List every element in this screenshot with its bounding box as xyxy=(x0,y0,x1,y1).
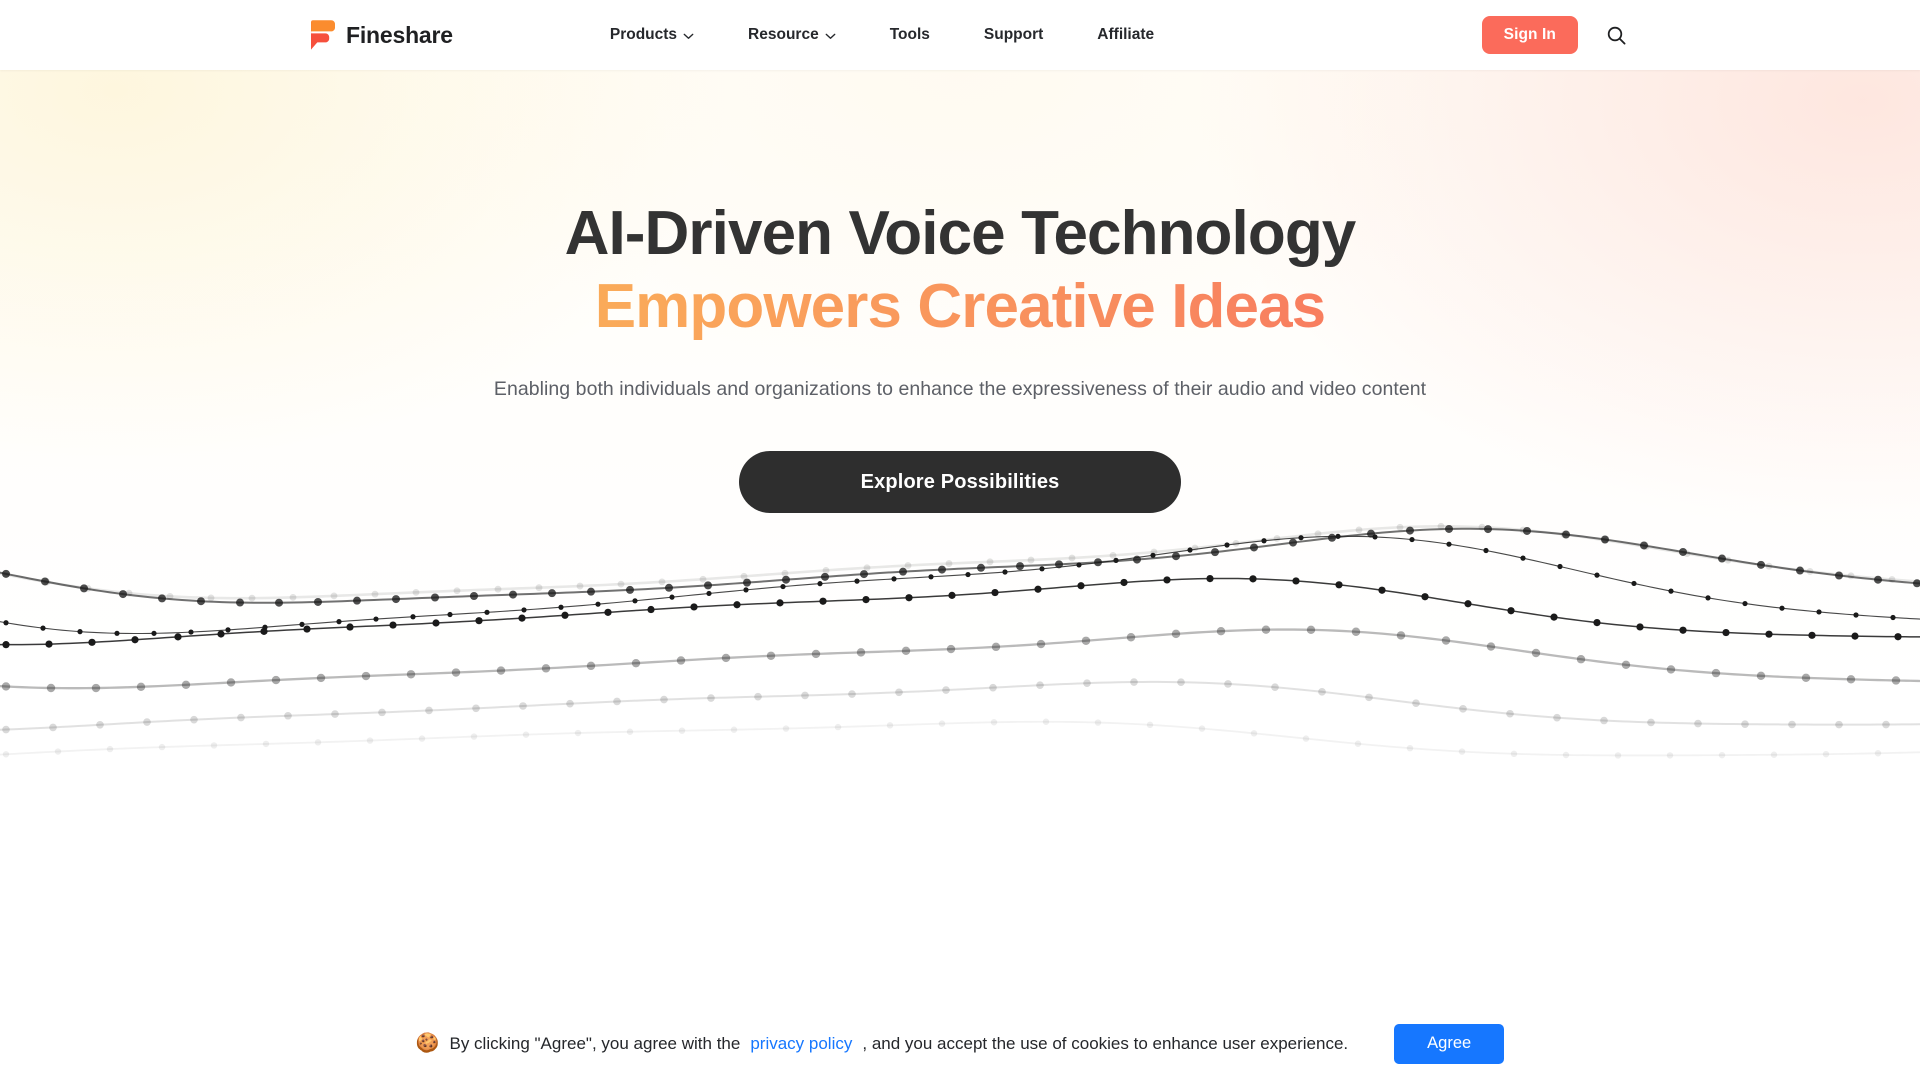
site-header: Fineshare Products Resource Tools Suppor… xyxy=(0,0,1920,70)
nav-item-support[interactable]: Support xyxy=(957,0,1070,70)
page-title: AI-Driven Voice Technology Empowers Crea… xyxy=(0,198,1920,343)
waveform-svg xyxy=(0,522,1920,759)
nav-label-resource: Resource xyxy=(748,26,819,43)
cookie-text-after: , and you accept the use of cookies to e… xyxy=(862,1034,1349,1054)
nav-label-products: Products xyxy=(609,26,678,43)
search-icon xyxy=(1607,26,1626,45)
headline-line-1: AI-Driven Voice Technology xyxy=(564,199,1357,268)
header-actions: Sign In xyxy=(1481,15,1630,55)
nav-label-affiliate: Affiliate xyxy=(1097,26,1155,43)
nav-item-tools[interactable]: Tools xyxy=(863,0,957,70)
nav-item-resource[interactable]: Resource xyxy=(721,0,863,70)
hero-section: AI-Driven Voice Technology Empowers Crea… xyxy=(0,70,1920,1080)
hero-cta-wrapper: Explore Possibilities xyxy=(0,451,1920,514)
agree-button[interactable]: Agree xyxy=(1394,1024,1505,1064)
fineshare-logo-icon xyxy=(311,20,335,50)
hero-subtitle: Enabling both individuals and organizati… xyxy=(493,378,1427,401)
privacy-policy-link[interactable]: privacy policy xyxy=(750,1032,852,1056)
hero-content: AI-Driven Voice Technology Empowers Crea… xyxy=(0,70,1920,514)
explore-possibilities-button[interactable]: Explore Possibilities xyxy=(739,451,1181,514)
search-button[interactable] xyxy=(1602,21,1630,49)
nav-item-products[interactable]: Products xyxy=(583,0,721,70)
main-navigation: Products Resource Tools Support Affiliat… xyxy=(583,0,1181,70)
cookie-text-before: By clicking "Agree", you agree with the xyxy=(449,1034,741,1054)
landing-page: Fineshare Products Resource Tools Suppor… xyxy=(0,0,1920,1080)
sign-in-button[interactable]: Sign In xyxy=(1481,15,1578,55)
brand-name: Fineshare xyxy=(346,21,453,48)
chevron-down-icon xyxy=(683,33,694,39)
chevron-down-icon xyxy=(825,33,836,39)
cookie-icon: 🍪 xyxy=(415,1033,440,1055)
cookie-consent-banner: 🍪 By clicking "Agree", you agree with th… xyxy=(0,1008,1920,1080)
nav-item-affiliate[interactable]: Affiliate xyxy=(1070,0,1181,70)
brand-logo[interactable]: Fineshare xyxy=(308,20,453,50)
cookie-message: 🍪 By clicking "Agree", you agree with th… xyxy=(416,1032,1348,1056)
nav-label-support: Support xyxy=(983,26,1044,43)
headline-line-2: Empowers Creative Ideas xyxy=(0,271,1920,344)
nav-label-tools: Tools xyxy=(889,26,930,43)
audio-waveform-node-graphic xyxy=(0,492,1920,962)
